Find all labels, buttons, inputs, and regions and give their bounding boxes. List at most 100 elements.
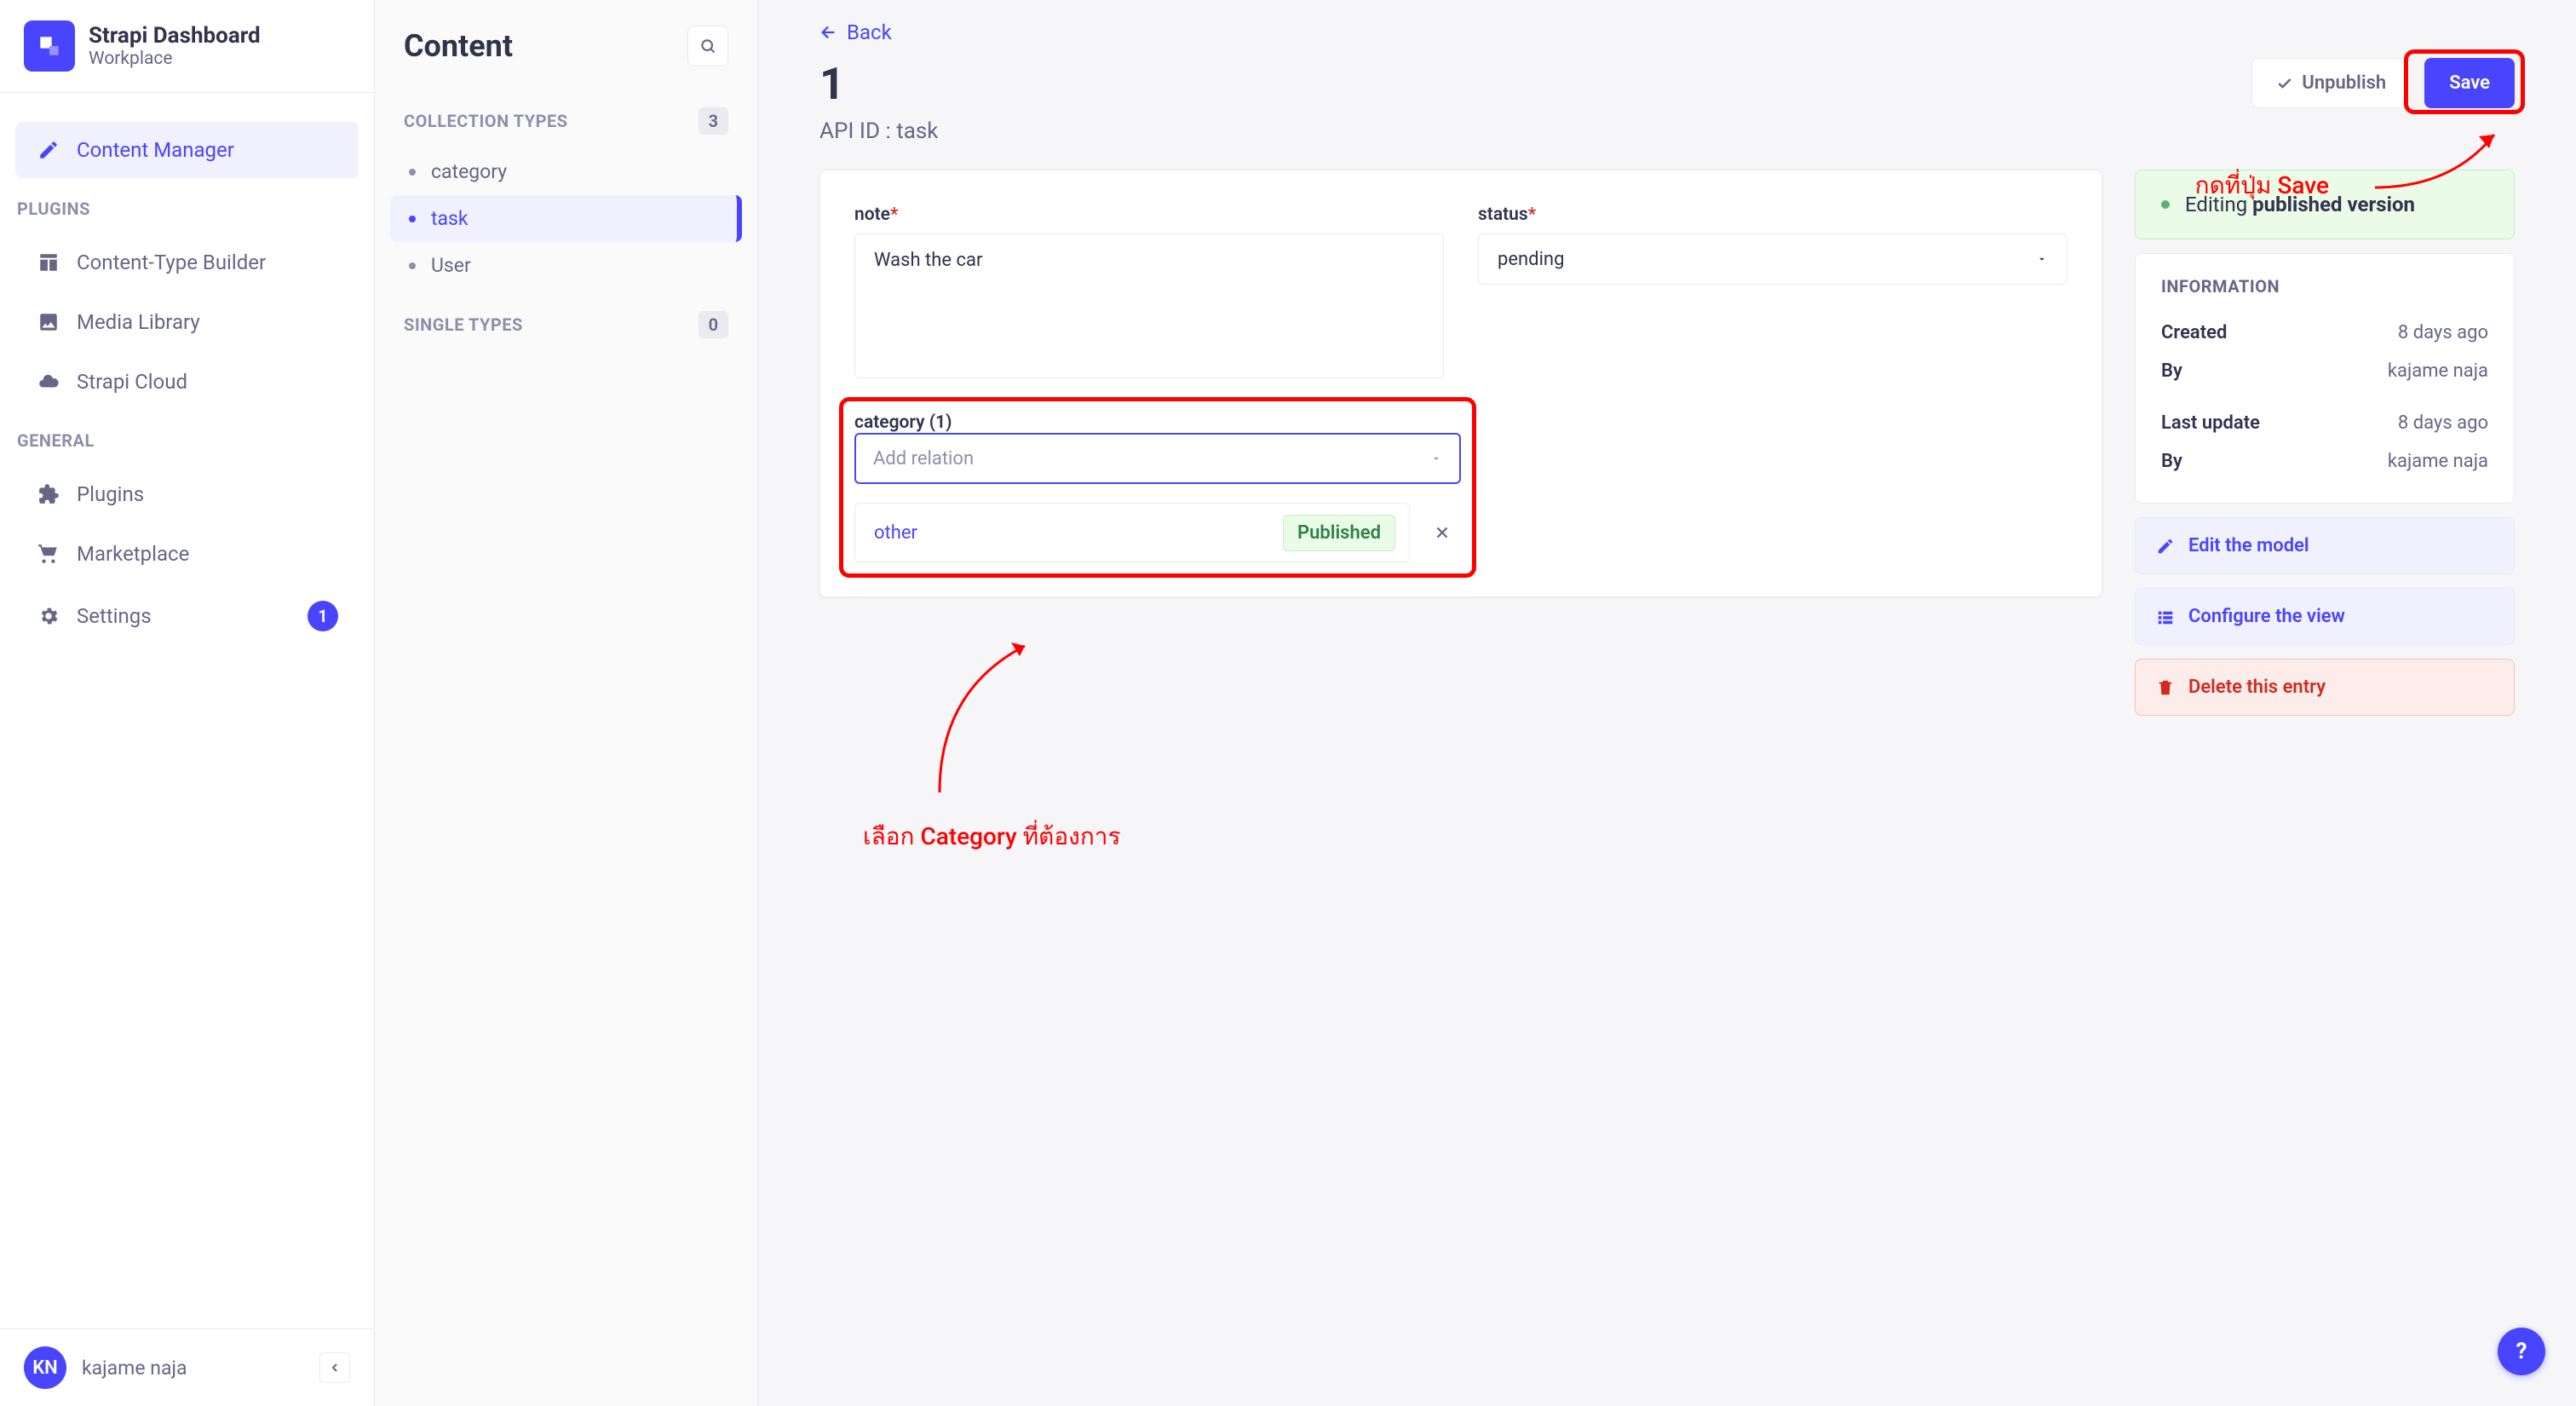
info-updated-label: Last update [2161,412,2260,434]
layout-icon [36,250,61,275]
annotation-category-text: เลือก Category ที่ต้องการ [863,818,1121,856]
pencil-square-icon [36,137,61,163]
caret-down-icon [2036,253,2048,265]
back-label: Back [847,20,892,44]
unpublish-label: Unpublish [2302,72,2386,94]
nav-section-general: GENERAL [0,422,374,459]
user-name: kajame naja [82,1357,187,1380]
collection-item-category[interactable]: category [390,148,742,195]
nav-media-library[interactable]: Media Library [15,294,359,350]
header-actions: Unpublish Save [2251,58,2515,108]
collection-item-user[interactable]: User [390,242,742,289]
nav-content-type-builder[interactable]: Content-Type Builder [15,234,359,291]
save-button[interactable]: Save [2424,58,2515,108]
collection-item-label: task [431,207,469,230]
page-title: 1 [819,58,938,110]
collection-count-badge: 3 [699,107,728,135]
help-fab[interactable]: ? [2498,1328,2545,1375]
pencil-icon [2156,537,2175,556]
save-label: Save [2449,72,2490,94]
delete-entry-button[interactable]: Delete this entry [2135,659,2515,716]
edit-model-button[interactable]: Edit the model [2135,517,2515,574]
bullet-icon [409,262,416,269]
content-sidebar: Content COLLECTION TYPES 3 category task… [375,0,758,1406]
layout-list-icon [2156,608,2175,626]
editing-status-box: Editing published version [2135,170,2515,239]
content-panel-title: Content [404,28,513,64]
unpublish-button[interactable]: Unpublish [2251,58,2411,108]
gear-icon [36,603,61,629]
back-link[interactable]: Back [819,20,2515,44]
cloud-icon [36,369,61,395]
configure-view-button[interactable]: Configure the view [2135,588,2515,645]
delete-entry-label: Delete this entry [2188,677,2326,698]
bullet-icon [409,169,416,176]
status-select[interactable]: pending [1478,233,2067,285]
collection-item-label: User [431,254,471,277]
brand-subtitle: Workplace [89,49,261,69]
configure-view-label: Configure the view [2188,606,2345,627]
info-created-by-label: By [2161,360,2182,382]
trash-icon [2156,678,2175,697]
search-icon [699,37,716,55]
nav-item-label: Settings [77,604,152,628]
single-count-badge: 0 [699,311,728,338]
info-created-label: Created [2161,322,2227,343]
puzzle-icon [36,481,61,507]
sidebar-footer: KN kajame naja [0,1328,374,1406]
collapse-sidebar-button[interactable] [319,1352,350,1383]
brand-title: Strapi Dashboard [89,23,261,49]
nav-settings[interactable]: Settings 1 [15,585,359,647]
collection-types-label: COLLECTION TYPES [404,111,568,131]
info-created-value: 8 days ago [2398,322,2488,343]
annotation-category-arrow [931,639,1067,810]
check-icon [2276,75,2293,92]
status-label: status* [1478,205,2067,225]
nav-section-plugins: PLUGINS [0,190,374,228]
category-label: category (1) [854,412,952,433]
relation-placeholder: Add relation [873,448,974,470]
category-relation-select[interactable]: Add relation [854,433,1461,484]
info-updated-by-value: kajame naja [2388,451,2488,472]
information-title: INFORMATION [2161,276,2488,297]
nav-item-label: Plugins [77,482,144,506]
relation-chip[interactable]: other Published [854,503,1410,562]
status-value: pending [1498,249,1564,270]
relation-chip-name: other [874,522,917,544]
settings-badge: 1 [308,601,338,631]
api-id-label: API ID : task [819,118,938,144]
image-icon [36,309,61,335]
information-card: INFORMATION Created 8 days ago By kajame n… [2135,253,2515,504]
caret-down-icon [1430,452,1442,464]
single-types-label: SINGLE TYPES [404,314,523,335]
status-text: Editing published version [2185,193,2415,216]
nav-strapi-cloud[interactable]: Strapi Cloud [15,354,359,410]
status-dot-icon [2161,200,2170,209]
nav-plugins[interactable]: Plugins [15,466,359,522]
close-icon [1433,523,1452,542]
info-created-by-value: kajame naja [2388,360,2488,382]
nav-item-label: Marketplace [77,542,189,566]
editor-card: note* status* pending category (1) [819,170,2102,597]
collection-item-task[interactable]: task [390,195,742,242]
nav-item-label: Strapi Cloud [77,370,187,394]
note-input[interactable] [854,233,1444,378]
info-updated-by-label: By [2161,451,2182,472]
main-sidebar: Strapi Dashboard Workplace Content Manag… [0,0,375,1406]
logo-icon [36,32,63,60]
search-button[interactable] [687,26,728,66]
edit-model-label: Edit the model [2188,535,2309,556]
nav-item-label: Media Library [77,310,200,334]
collection-item-label: category [431,160,507,183]
info-updated-value: 8 days ago [2398,412,2488,434]
chevron-left-icon [328,1361,342,1374]
brand-logo [24,20,75,72]
nav-content-manager[interactable]: Content Manager [15,122,359,178]
nav-item-label: Content Manager [77,138,234,162]
main-content: Back 1 API ID : task Unpublish Save [758,0,2576,1406]
user-avatar[interactable]: KN [24,1346,66,1389]
nav-marketplace[interactable]: Marketplace [15,526,359,582]
remove-relation-button[interactable] [1423,514,1461,551]
note-label: note* [854,205,1444,225]
cart-icon [36,541,61,567]
